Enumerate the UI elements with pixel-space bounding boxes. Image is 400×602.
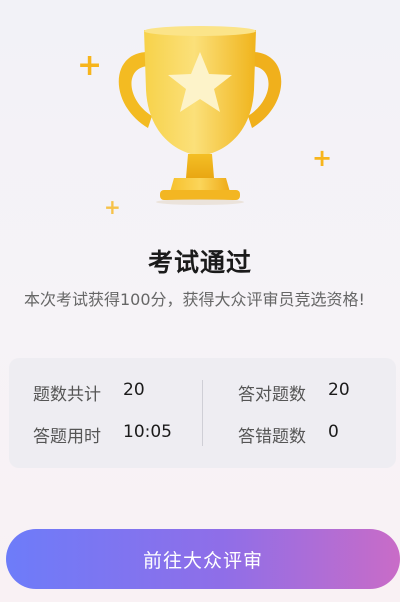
wrong-count-label: 答错题数: [238, 426, 306, 447]
stats-card: 题数共计 20 答题用时 10:05 答对题数 20 答错题数 0: [9, 358, 396, 468]
total-questions-value: 20: [123, 380, 145, 400]
result-title: 考试通过: [147, 248, 252, 277]
stats-divider: [202, 380, 203, 446]
correct-count-label: 答对题数: [238, 384, 306, 405]
go-to-review-button[interactable]: 前往大众评审: [6, 529, 400, 589]
trophy-illustration: + + +: [0, 0, 400, 240]
total-questions-label: 题数共计: [33, 384, 101, 405]
result-description: 本次考试获得100分，获得大众评审员竞选资格!: [24, 290, 365, 309]
wrong-count-value: 0: [328, 422, 339, 442]
correct-count-value: 20: [328, 380, 350, 400]
time-used-label: 答题用时: [33, 426, 101, 447]
trophy-icon: [118, 26, 282, 205]
time-used-value: 10:05: [123, 422, 172, 442]
